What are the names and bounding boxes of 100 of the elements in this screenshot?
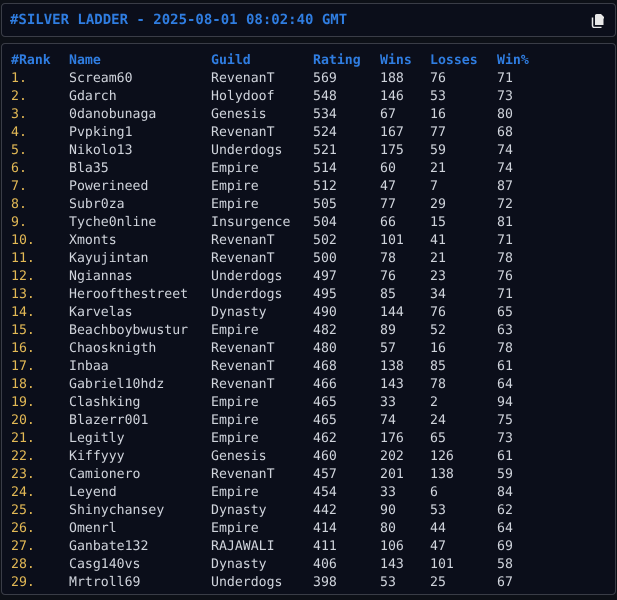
table-cell-text: 144 <box>380 304 405 322</box>
table-cell-text: Tyche0nline <box>69 214 158 232</box>
table-cell-text: 505 <box>313 196 338 214</box>
table-cell-text: 176 <box>380 430 405 448</box>
rank-cell-text: 26. <box>11 520 36 538</box>
table-cell-text: 23 <box>430 268 447 286</box>
table-cell-text: 7 <box>430 178 439 196</box>
table-cell-text: 497 <box>313 268 338 286</box>
rank-cell-text: 14. <box>11 304 36 322</box>
table-cell-text: 90 <box>380 502 397 520</box>
table-cell-text: 466 <box>313 376 338 394</box>
table-cell-text: Empire <box>211 322 260 340</box>
ladder-title: #SILVER LADDER - 2025-08-01 08:02:40 GMT <box>10 10 348 30</box>
table-cell-text: 15 <box>430 214 447 232</box>
table-cell-text: Mrtroll69 <box>69 574 142 592</box>
table-cell-text: 61 <box>497 448 514 466</box>
table-cell-text: 569 <box>313 70 338 88</box>
table-cell-text: Empire <box>211 160 260 178</box>
table-cell-text: 53 <box>430 88 447 106</box>
table-cell-text: 74 <box>497 160 514 178</box>
table-cell-text: 64 <box>497 520 514 538</box>
table-cell-text: Legitly <box>69 430 126 448</box>
column-header: Guild <box>211 52 252 70</box>
table-cell-text: 16 <box>430 340 447 358</box>
table-cell-text: 68 <box>497 124 514 142</box>
table-cell-text: 106 <box>380 538 405 556</box>
table-cell-text: 47 <box>380 178 397 196</box>
rank-cell-text: 18. <box>11 376 36 394</box>
table-cell-text: 61 <box>497 358 514 376</box>
table-cell-text: Underdogs <box>211 142 284 160</box>
table-cell-text: 67 <box>380 106 397 124</box>
table-cell-text: 73 <box>497 430 514 448</box>
rank-cell-text: 25. <box>11 502 36 520</box>
table-cell-text: 72 <box>497 196 514 214</box>
table-cell-text: Underdogs <box>211 268 284 286</box>
table-cell-text: Blazerr001 <box>69 412 150 430</box>
table-cell-text: 460 <box>313 448 338 466</box>
table-cell-text: RevenanT <box>211 340 276 358</box>
table-cell-text: 495 <box>313 286 338 304</box>
table-cell-text: Empire <box>211 520 260 538</box>
table-cell-text: 514 <box>313 160 338 178</box>
table-cell-text: 78 <box>497 340 514 358</box>
rank-cell-text: 1. <box>11 70 28 88</box>
column-header: Losses <box>430 52 479 70</box>
rank-cell-text: 2. <box>11 88 28 106</box>
table-cell-text: 67 <box>497 574 514 592</box>
table-cell-text: 52 <box>430 322 447 340</box>
table-cell-text: Kayujintan <box>69 250 150 268</box>
table-cell-text: 126 <box>430 448 455 466</box>
table-cell-text: Empire <box>211 484 260 502</box>
table-cell-text: 143 <box>380 556 405 574</box>
rank-cell-text: 19. <box>11 394 36 412</box>
table-cell-text: 71 <box>497 286 514 304</box>
table-cell-text: 65 <box>497 304 514 322</box>
table-cell-text: 84 <box>497 484 514 502</box>
table-cell-text: 414 <box>313 520 338 538</box>
table-cell-text: 74 <box>497 142 514 160</box>
rank-cell-text: 22. <box>11 448 36 466</box>
table-cell-text: 534 <box>313 106 338 124</box>
rank-cell-text: 9. <box>11 214 28 232</box>
table-cell-text: Clashking <box>69 394 142 412</box>
table-cell-text: RevenanT <box>211 466 276 484</box>
table-cell-text: 101 <box>430 556 455 574</box>
table-cell-text: Genesis <box>211 448 268 466</box>
rank-cell-text: 10. <box>11 232 36 250</box>
table-cell-text: 78 <box>497 250 514 268</box>
table-cell-text: Pvpking1 <box>69 124 134 142</box>
table-cell-text: 500 <box>313 250 338 268</box>
table-cell-text: Insurgence <box>211 214 292 232</box>
rank-cell-text: 6. <box>11 160 28 178</box>
table-cell-text: RevenanT <box>211 70 276 88</box>
table-cell-text: 138 <box>380 358 405 376</box>
column-header: Name <box>69 52 102 70</box>
table-cell-text: Dynasty <box>211 556 268 574</box>
table-cell-text: RevenanT <box>211 358 276 376</box>
table-cell-text: Underdogs <box>211 574 284 592</box>
table-cell-text: Underdogs <box>211 286 284 304</box>
rank-cell-text: 5. <box>11 142 28 160</box>
table-cell-text: 202 <box>380 448 405 466</box>
table-cell-text: 167 <box>380 124 405 142</box>
table-cell-text: 44 <box>430 520 447 538</box>
table-cell-text: 411 <box>313 538 338 556</box>
table-cell-text: 81 <box>497 214 514 232</box>
table-cell-text: Bla35 <box>69 160 110 178</box>
table-cell-text: Casg140vs <box>69 556 142 574</box>
rank-cell-text: 21. <box>11 430 36 448</box>
table-cell-text: 462 <box>313 430 338 448</box>
table-cell-text: RevenanT <box>211 232 276 250</box>
table-cell-text: 146 <box>380 88 405 106</box>
copy-button[interactable] <box>591 12 607 28</box>
table-cell-text: Gabriel10hdz <box>69 376 166 394</box>
copy-icon <box>591 12 607 28</box>
table-cell-text: Inbaa <box>69 358 110 376</box>
table-cell-text: 78 <box>430 376 447 394</box>
table-cell-text: 34 <box>430 286 447 304</box>
table-cell-text: 80 <box>380 520 397 538</box>
table-cell-text: 76 <box>430 70 447 88</box>
table-cell-text: Dynasty <box>211 502 268 520</box>
table-cell-text: Omenrl <box>69 520 118 538</box>
table-cell-text: Holydoof <box>211 88 276 106</box>
